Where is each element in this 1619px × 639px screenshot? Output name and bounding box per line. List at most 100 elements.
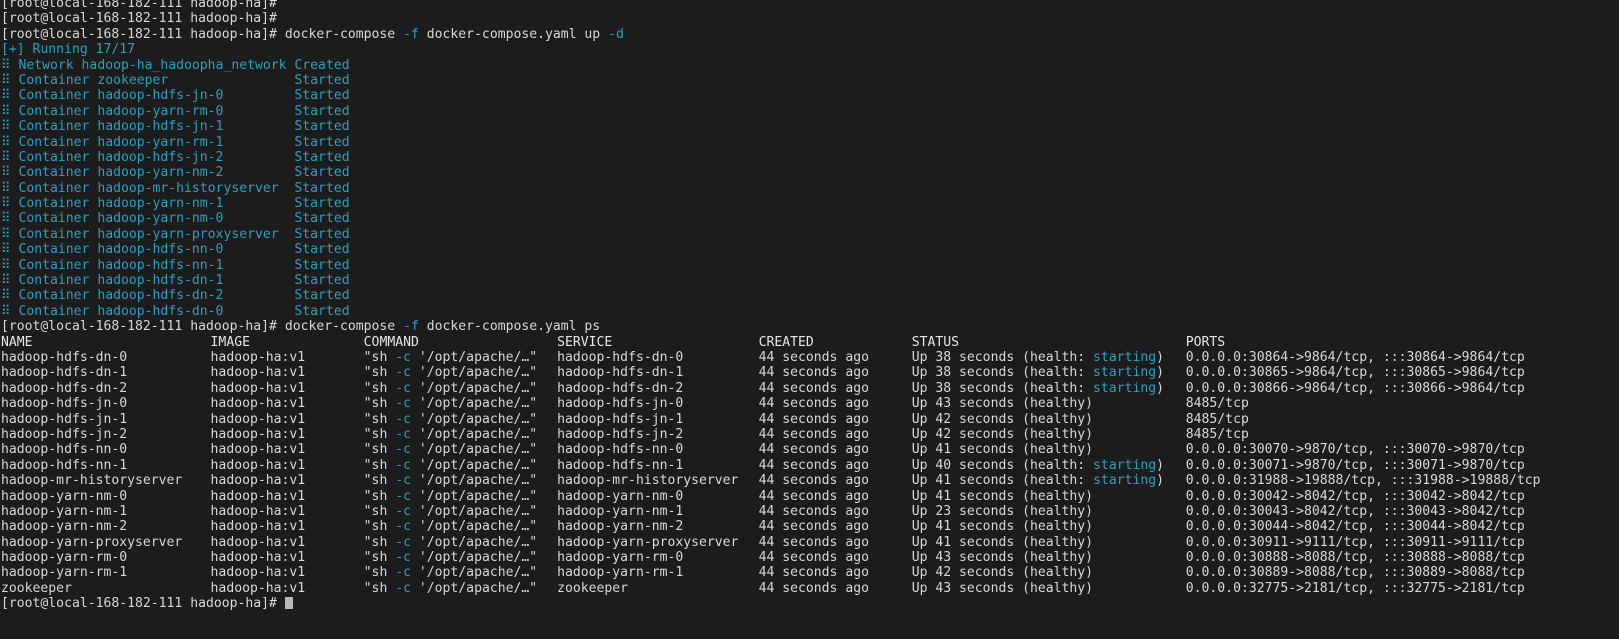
cell-command: "sh -c '/opt/apache/…" — [364, 442, 557, 457]
text-cursor[interactable] — [284, 597, 293, 610]
cell-command: "sh -c '/opt/apache/…" — [364, 412, 557, 427]
resource-state: Started — [294, 88, 350, 104]
command-path: '/opt/apache/…" — [411, 442, 538, 458]
command-c-flag: -c — [395, 411, 411, 427]
cell-name: hadoop-hdfs-jn-0 — [1, 396, 128, 412]
status-text: Up 42 seconds (healthy) — [911, 426, 1094, 442]
command-quote-open: "sh — [363, 488, 396, 504]
command-c-flag: -c — [395, 380, 411, 396]
resource-label: Container hadoop-hdfs-dn-0 — [18, 303, 295, 319]
command-c-flag: -c — [395, 534, 411, 550]
cell-image: hadoop-ha:v1 — [210, 550, 306, 566]
resource-line: ⠿ Container hadoop-hdfs-jn-2 Started — [1, 150, 1619, 165]
cell-image: hadoop-ha:v1 — [210, 534, 306, 550]
command-quote-open: "sh — [363, 396, 396, 412]
cell-command: "sh -c '/opt/apache/…" — [364, 504, 557, 519]
resource-state: Started — [294, 242, 350, 258]
table-row: zookeeper hadoop-ha:v1 "sh -c '/opt/apache… — [1, 581, 1619, 596]
command-flag-d: -d — [608, 26, 624, 42]
spinner-icon: ⠿ — [1, 149, 11, 165]
resource-state: Started — [294, 273, 350, 289]
resource-state: Started — [294, 103, 350, 119]
resource-label: Container hadoop-mr-historyserver — [18, 180, 295, 196]
resource-label: Container hadoop-hdfs-jn-2 — [18, 149, 295, 165]
cell-status: Up 41 seconds (healthy) — [912, 535, 1186, 550]
cell-image: hadoop-ha:v1 — [210, 442, 306, 458]
terminal-screen: [root@local-168-182-111 hadoop-ha]# [root… — [1, 0, 1619, 612]
command-program: docker-compose — [284, 26, 396, 42]
cell-image: hadoop-ha:v1 — [210, 457, 306, 473]
spinner-icon: ⠿ — [1, 57, 11, 73]
cell-command: "sh -c '/opt/apache/…" — [364, 396, 557, 411]
cell-service: hadoop-hdfs-dn-2 — [557, 380, 684, 396]
cell-name: hadoop-hdfs-dn-0 — [1, 349, 128, 365]
cell-status: Up 40 seconds (health: starting) — [912, 458, 1186, 473]
cell-created: 44 seconds ago — [758, 426, 869, 442]
command-c-flag: -c — [395, 519, 411, 535]
spinner-icon: ⠿ — [1, 103, 11, 119]
command-path: '/opt/apache/…" — [411, 503, 538, 519]
cell-created: 44 seconds ago — [758, 565, 869, 581]
terminal-window[interactable]: [root@local-168-182-111 hadoop-ha]# [root… — [0, 0, 1619, 639]
cell-image: hadoop-ha:v1 — [210, 473, 306, 489]
cell-status: Up 41 seconds (healthy) — [912, 489, 1186, 504]
command-c-flag: -c — [395, 550, 411, 566]
cell-created: 44 seconds ago — [758, 365, 869, 381]
cell-ports: 8485/tcp — [1185, 426, 1249, 442]
status-text: Up 43 seconds (healthy) — [911, 396, 1094, 412]
column-header-image: IMAGE — [210, 334, 250, 350]
cell-service: hadoop-yarn-proxyserver — [557, 534, 739, 550]
resource-line: ⠿ Container hadoop-hdfs-nn-1 Started — [1, 258, 1619, 273]
resource-label: Container hadoop-hdfs-dn-1 — [18, 273, 295, 289]
command-quote-open: "sh — [363, 473, 396, 489]
cell-ports: 0.0.0.0:30043->8042/tcp, :::30043->8042/… — [1185, 503, 1525, 519]
resource-state: Started — [294, 211, 350, 227]
cell-service: hadoop-yarn-nm-2 — [557, 519, 684, 535]
resource-label: Network hadoop-ha_hadoopha_network — [18, 57, 295, 73]
cell-service: hadoop-hdfs-nn-1 — [557, 457, 684, 473]
status-text: Up 38 seconds (health: — [911, 365, 1094, 381]
resource-state: Started — [294, 226, 350, 242]
cell-created: 44 seconds ago — [758, 519, 869, 535]
command-path: '/opt/apache/…" — [411, 534, 538, 550]
cell-status: Up 41 seconds (healthy) — [912, 442, 1186, 457]
cell-ports: 8485/tcp — [1185, 396, 1249, 412]
column-header-name: NAME — [1, 334, 33, 350]
status-badge: starting — [1093, 457, 1157, 473]
status-close: ) — [1156, 457, 1165, 473]
table-row: hadoop-hdfs-dn-0 hadoop-ha:v1 "sh -c '/opt… — [1, 350, 1619, 365]
command-c-flag: -c — [395, 488, 411, 504]
cell-service: hadoop-hdfs-jn-2 — [557, 426, 684, 442]
command-c-flag: -c — [395, 473, 411, 489]
resource-line: ⠿ Container hadoop-yarn-nm-0 Started — [1, 211, 1619, 226]
resource-line: ⠿ Container hadoop-hdfs-jn-1 Started — [1, 119, 1619, 134]
table-row: hadoop-hdfs-dn-1 hadoop-ha:v1 "sh -c '/opt… — [1, 365, 1619, 380]
cell-command: "sh -c '/opt/apache/…" — [364, 473, 557, 488]
command-quote-open: "sh — [363, 411, 396, 427]
resource-label: Container zookeeper — [18, 72, 295, 88]
cell-status: Up 42 seconds (healthy) — [912, 412, 1186, 427]
cell-status: Up 41 seconds (health: starting) — [912, 473, 1186, 488]
cell-created: 44 seconds ago — [758, 396, 869, 412]
cell-ports: 0.0.0.0:30865->9864/tcp, :::30865->9864/… — [1185, 365, 1525, 381]
cell-image: hadoop-ha:v1 — [210, 488, 306, 504]
status-text: Up 43 seconds (healthy) — [911, 580, 1094, 596]
cell-command: "sh -c '/opt/apache/…" — [364, 565, 557, 580]
table-row: hadoop-hdfs-dn-2 hadoop-ha:v1 "sh -c '/opt… — [1, 381, 1619, 396]
status-text: Up 41 seconds (healthy) — [911, 488, 1094, 504]
cell-name: hadoop-hdfs-nn-0 — [1, 442, 128, 458]
resource-line: ⠿ Container hadoop-yarn-nm-1 Started — [1, 196, 1619, 211]
cell-image: hadoop-ha:v1 — [210, 349, 306, 365]
cell-ports: 0.0.0.0:30888->8088/tcp, :::30888->8088/… — [1185, 550, 1525, 566]
command-quote-open: "sh — [363, 565, 396, 581]
command-action: ps — [584, 319, 601, 335]
cell-status: Up 38 seconds (health: starting) — [912, 365, 1186, 380]
resource-label: Container hadoop-yarn-rm-1 — [18, 134, 295, 150]
table-row: hadoop-yarn-nm-1 hadoop-ha:v1 "sh -c '/opt… — [1, 504, 1619, 519]
cell-image: hadoop-ha:v1 — [210, 580, 306, 596]
cell-service: hadoop-yarn-nm-1 — [557, 503, 684, 519]
cell-status: Up 38 seconds (health: starting) — [912, 350, 1186, 365]
status-text: Up 41 seconds (healthy) — [911, 519, 1094, 535]
command-quote-open: "sh — [363, 519, 396, 535]
cell-service: hadoop-hdfs-jn-1 — [557, 411, 684, 427]
